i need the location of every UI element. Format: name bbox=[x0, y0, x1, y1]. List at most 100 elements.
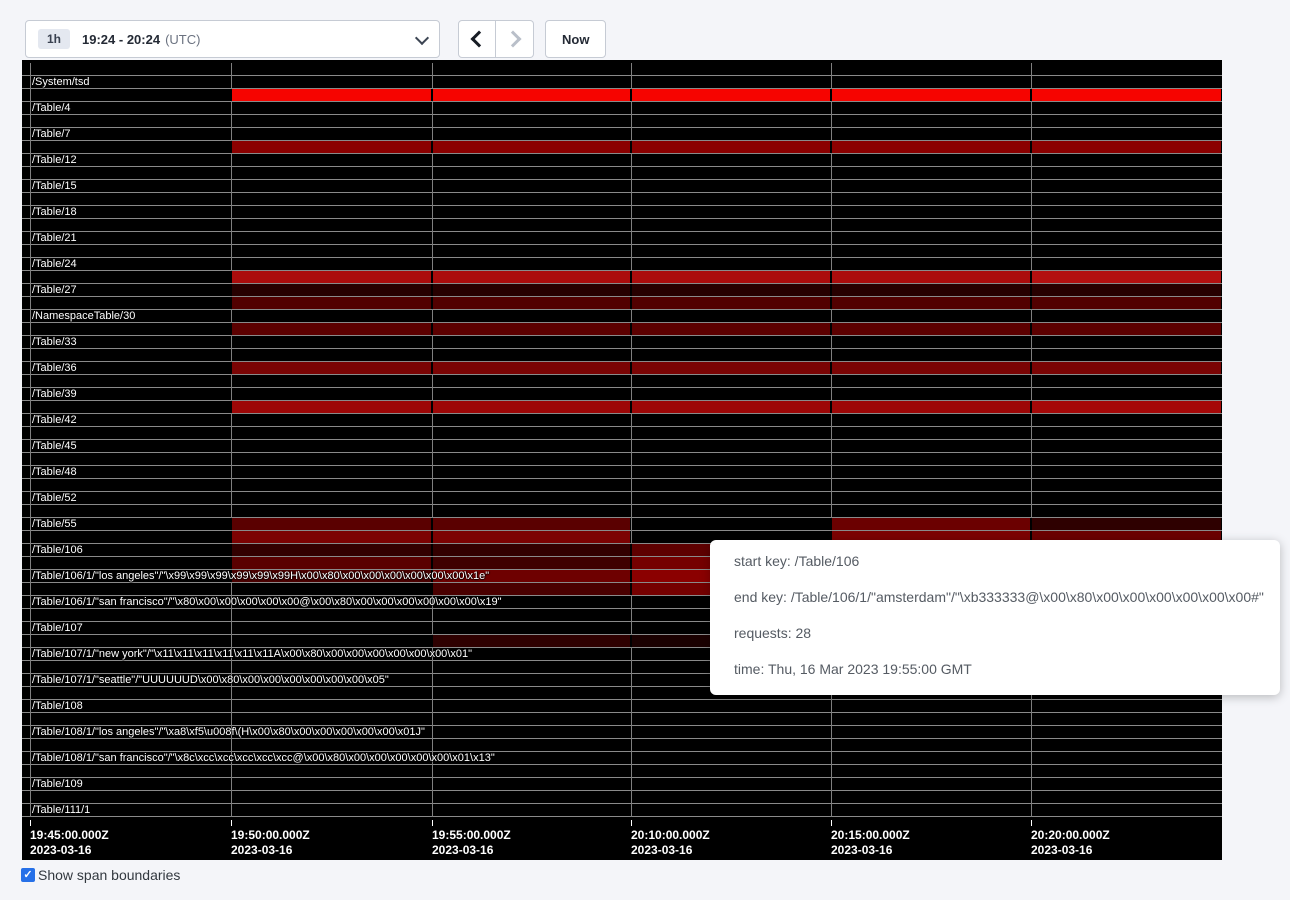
heatmap-cell[interactable] bbox=[831, 297, 1031, 309]
heatmap-row[interactable]: /Table/55 bbox=[22, 518, 1222, 531]
heatmap-row[interactable] bbox=[22, 245, 1222, 258]
heatmap-cell[interactable] bbox=[432, 141, 631, 153]
show-span-boundaries-checkbox[interactable]: ✓ bbox=[21, 868, 35, 882]
heatmap-row[interactable] bbox=[22, 401, 1222, 414]
heatmap-cell[interactable] bbox=[432, 323, 631, 335]
heatmap-cell[interactable] bbox=[231, 89, 432, 101]
heatmap-cell[interactable] bbox=[1031, 323, 1222, 335]
heatmap-cell[interactable] bbox=[1031, 297, 1222, 309]
heatmap-cell[interactable] bbox=[631, 362, 831, 374]
heatmap-row[interactable] bbox=[22, 271, 1222, 284]
heatmap-row[interactable]: /Table/39 bbox=[22, 388, 1222, 401]
prev-range-button[interactable] bbox=[458, 20, 496, 58]
heatmap-row[interactable]: /Table/15 bbox=[22, 180, 1222, 193]
heatmap-row[interactable]: /Table/24 bbox=[22, 258, 1222, 271]
heatmap-cell[interactable] bbox=[231, 544, 432, 556]
heatmap-cell[interactable] bbox=[631, 284, 831, 296]
heatmap-cell[interactable] bbox=[831, 362, 1031, 374]
heatmap-row[interactable]: /Table/108/1/"los angeles"/"\xa8\xf5\u00… bbox=[22, 726, 1222, 739]
heatmap-cell[interactable] bbox=[1031, 518, 1222, 530]
heatmap-row[interactable] bbox=[22, 323, 1222, 336]
heatmap-row[interactable]: /Table/109 bbox=[22, 778, 1222, 791]
heatmap-cell[interactable] bbox=[831, 141, 1031, 153]
heatmap-row[interactable]: /Table/4 bbox=[22, 102, 1222, 115]
heatmap-cell[interactable] bbox=[831, 89, 1031, 101]
heatmap-row[interactable]: /Table/108 bbox=[22, 700, 1222, 713]
heatmap-row[interactable]: /Table/45 bbox=[22, 440, 1222, 453]
heatmap-row[interactable]: /Table/21 bbox=[22, 232, 1222, 245]
heatmap-cell[interactable] bbox=[432, 583, 631, 595]
heatmap-row[interactable]: /Table/36 bbox=[22, 362, 1222, 375]
heatmap-cell[interactable] bbox=[231, 284, 432, 296]
heatmap-row[interactable]: /Table/108/1/"san francisco"/"\x8c\xcc\x… bbox=[22, 752, 1222, 765]
heatmap-cell[interactable] bbox=[1031, 362, 1222, 374]
time-range-selector[interactable]: 1h 19:24 - 20:24 (UTC) bbox=[25, 20, 440, 58]
heatmap-row[interactable]: /Table/7 bbox=[22, 128, 1222, 141]
heatmap-row[interactable] bbox=[22, 63, 1222, 76]
heatmap-cell[interactable] bbox=[1031, 284, 1222, 296]
heatmap-cell[interactable] bbox=[231, 297, 432, 309]
heatmap-row[interactable] bbox=[22, 297, 1222, 310]
heatmap-cell[interactable] bbox=[631, 271, 831, 283]
heatmap-row[interactable]: /Table/12 bbox=[22, 154, 1222, 167]
heatmap-row[interactable]: /NamespaceTable/30 bbox=[22, 310, 1222, 323]
heatmap-row[interactable]: /Table/33 bbox=[22, 336, 1222, 349]
heatmap-row[interactable] bbox=[22, 739, 1222, 752]
heatmap-cell[interactable] bbox=[231, 518, 432, 530]
heatmap-cell[interactable] bbox=[231, 362, 432, 374]
heatmap-row[interactable] bbox=[22, 453, 1222, 466]
heatmap-cell[interactable] bbox=[231, 141, 432, 153]
heatmap-cell[interactable] bbox=[831, 284, 1031, 296]
heatmap-cell[interactable] bbox=[631, 89, 831, 101]
heatmap-cell[interactable] bbox=[432, 544, 631, 556]
heatmap-cell[interactable] bbox=[432, 557, 631, 569]
heatmap-row[interactable] bbox=[22, 713, 1222, 726]
heatmap-row[interactable]: /Table/48 bbox=[22, 466, 1222, 479]
heatmap-cell[interactable] bbox=[631, 141, 831, 153]
key-visualizer-heatmap[interactable]: /System/tsd/Table/4/Table/7/Table/12/Tab… bbox=[22, 60, 1222, 860]
heatmap-cell[interactable] bbox=[1031, 141, 1222, 153]
heatmap-cell[interactable] bbox=[631, 401, 831, 413]
heatmap-row[interactable] bbox=[22, 791, 1222, 804]
heatmap-row[interactable]: /Table/42 bbox=[22, 414, 1222, 427]
heatmap-cell[interactable] bbox=[231, 323, 432, 335]
heatmap-row[interactable] bbox=[22, 505, 1222, 518]
heatmap-cell[interactable] bbox=[432, 401, 631, 413]
heatmap-row[interactable]: /System/tsd bbox=[22, 76, 1222, 89]
heatmap-cell[interactable] bbox=[231, 271, 432, 283]
heatmap-cell[interactable] bbox=[1031, 89, 1222, 101]
heatmap-cell[interactable] bbox=[631, 323, 831, 335]
heatmap-cell[interactable] bbox=[231, 531, 432, 543]
heatmap-row[interactable] bbox=[22, 349, 1222, 362]
heatmap-row[interactable]: /Table/111/1 bbox=[22, 804, 1222, 817]
heatmap-row[interactable] bbox=[22, 193, 1222, 206]
heatmap-cell[interactable] bbox=[831, 518, 1031, 530]
heatmap-cell[interactable] bbox=[631, 297, 831, 309]
heatmap-row[interactable] bbox=[22, 89, 1222, 102]
heatmap-row[interactable] bbox=[22, 427, 1222, 440]
heatmap-cell[interactable] bbox=[231, 557, 432, 569]
heatmap-cell[interactable] bbox=[432, 362, 631, 374]
now-button[interactable]: Now bbox=[545, 20, 606, 58]
heatmap-row[interactable]: /Table/52 bbox=[22, 492, 1222, 505]
heatmap-cell[interactable] bbox=[831, 323, 1031, 335]
next-range-button[interactable] bbox=[496, 20, 534, 58]
heatmap-row[interactable]: /Table/27 bbox=[22, 284, 1222, 297]
heatmap-row[interactable] bbox=[22, 479, 1222, 492]
heatmap-row[interactable] bbox=[22, 115, 1222, 128]
heatmap-cell[interactable] bbox=[432, 531, 631, 543]
heatmap-cell[interactable] bbox=[432, 297, 631, 309]
heatmap-cell[interactable] bbox=[432, 635, 631, 647]
heatmap-row[interactable] bbox=[22, 219, 1222, 232]
heatmap-cell[interactable] bbox=[432, 518, 631, 530]
heatmap-cell[interactable] bbox=[831, 271, 1031, 283]
heatmap-cell[interactable] bbox=[831, 401, 1031, 413]
heatmap-row[interactable] bbox=[22, 167, 1222, 180]
heatmap-row[interactable] bbox=[22, 375, 1222, 388]
heatmap-cell[interactable] bbox=[432, 89, 631, 101]
heatmap-row[interactable] bbox=[22, 765, 1222, 778]
heatmap-row[interactable]: /Table/18 bbox=[22, 206, 1222, 219]
heatmap-cell[interactable] bbox=[432, 271, 631, 283]
heatmap-cell[interactable] bbox=[231, 401, 432, 413]
span-boundaries-toggle[interactable]: ✓ Show span boundaries bbox=[21, 867, 180, 883]
